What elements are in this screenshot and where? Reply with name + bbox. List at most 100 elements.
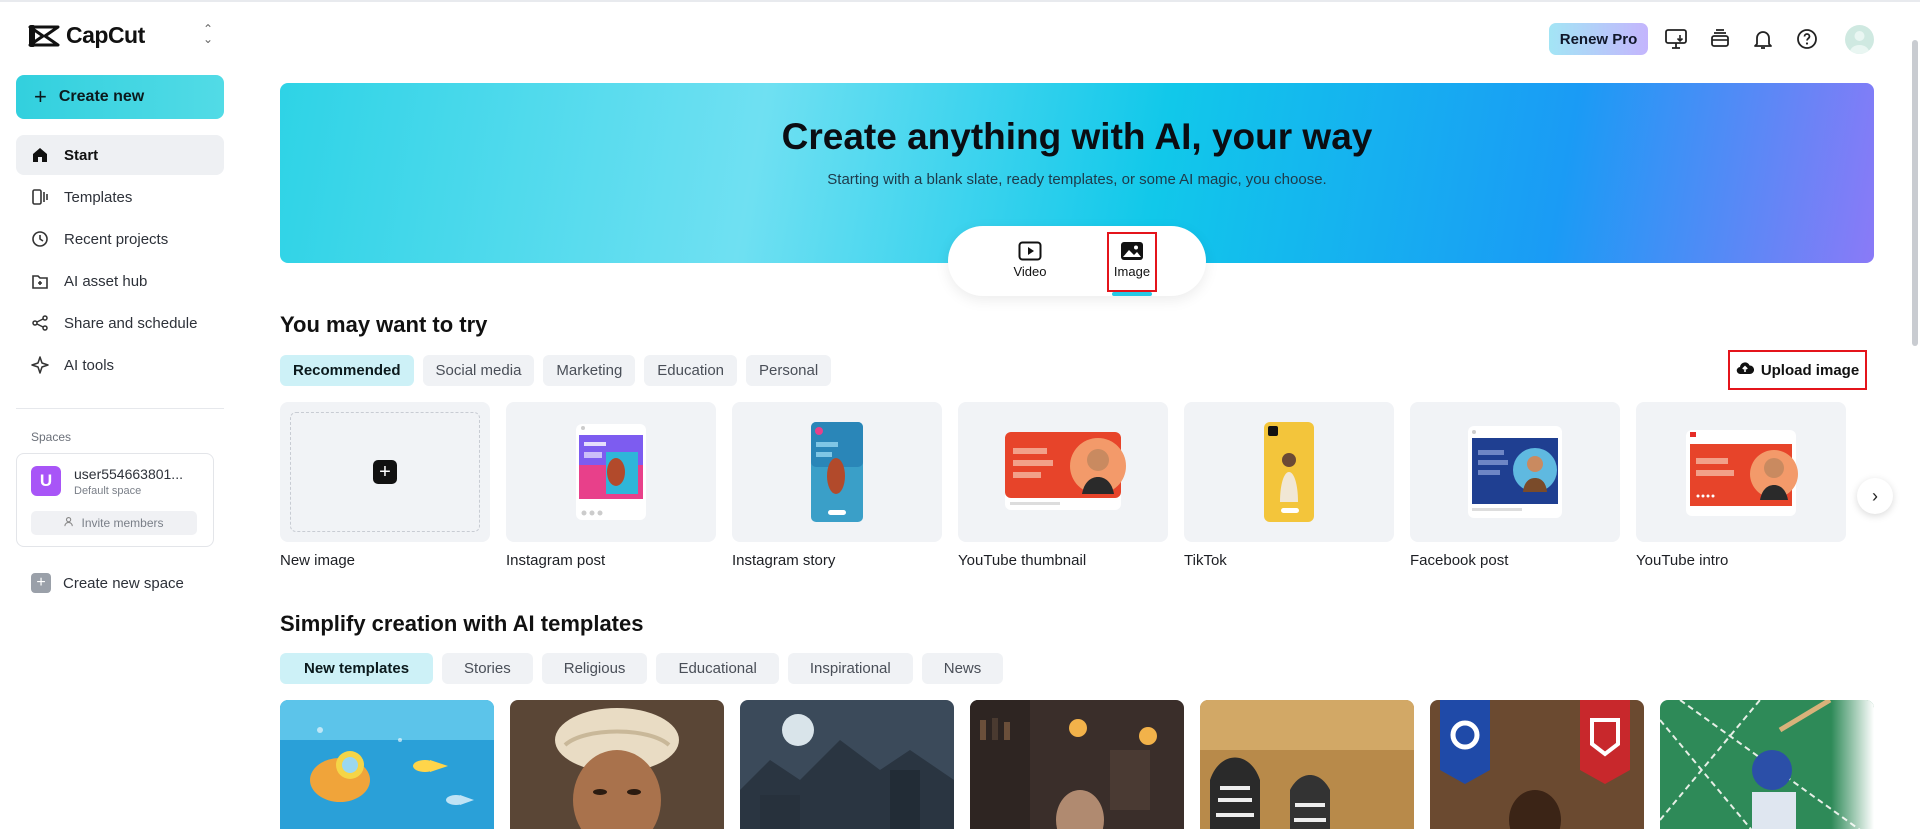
try-category-chips: Recommended Social media Marketing Educa…: [280, 355, 832, 386]
create-new-space-label: Create new space: [63, 574, 184, 592]
card-label: TikTok: [1184, 552, 1227, 569]
template-card[interactable]: [280, 700, 494, 829]
chevron-right-icon[interactable]: ›: [1857, 478, 1893, 514]
capcut-logo[interactable]: CapCut: [28, 22, 145, 49]
sidebar-divider: [16, 408, 224, 409]
top-border: [0, 0, 1920, 2]
card-facebook-post[interactable]: Facebook post: [1410, 402, 1620, 569]
template-card[interactable]: [1430, 700, 1644, 829]
chip-recommended[interactable]: Recommended: [280, 355, 414, 386]
try-section-title: You may want to try: [280, 312, 488, 337]
mode-video-tab[interactable]: Video: [1000, 240, 1060, 279]
page-scrollbar[interactable]: [1912, 40, 1918, 346]
sidebar-item-label: Templates: [64, 188, 133, 206]
template-card[interactable]: [1660, 700, 1874, 829]
sidebar-item-label: Recent projects: [64, 230, 169, 248]
chip-marketing[interactable]: Marketing: [543, 355, 636, 386]
card-tiktok[interactable]: TikTok: [1184, 402, 1394, 569]
create-new-label: Create new: [58, 88, 145, 105]
card-thumbnail: [1184, 402, 1394, 542]
share-icon: [30, 313, 50, 333]
chip-personal[interactable]: Personal: [746, 355, 832, 386]
chip-religious[interactable]: Religious: [541, 653, 648, 684]
instagram-post-preview: [576, 424, 646, 520]
sidebar-item-share-and-schedule[interactable]: Share and schedule: [16, 303, 224, 343]
chip-news[interactable]: News: [921, 653, 1004, 684]
card-instagram-story[interactable]: Instagram story: [732, 402, 942, 569]
video-play-icon: [1000, 240, 1060, 262]
plus-icon: +: [373, 460, 397, 484]
card-new-image[interactable]: + New image: [280, 402, 490, 569]
card-label: Instagram story: [732, 552, 836, 569]
app-name: CapCut: [66, 22, 145, 48]
chip-social-media[interactable]: Social media: [422, 355, 535, 386]
template-card[interactable]: [970, 700, 1184, 829]
mode-label: Video: [1013, 264, 1047, 279]
card-youtube-thumbnail[interactable]: YouTube thumbnail: [958, 402, 1168, 569]
template-turbaned-man-image: [510, 700, 724, 829]
chip-stories[interactable]: Stories: [442, 653, 533, 684]
mode-label: Image: [1113, 264, 1151, 279]
hero-title: Create anything with AI, your way: [781, 116, 1373, 157]
sidebar-item-ai-tools[interactable]: AI tools: [16, 345, 224, 385]
invite-members-label: Invite members: [81, 516, 164, 530]
card-label: YouTube intro: [1636, 552, 1729, 569]
sparkle-icon: [30, 355, 50, 375]
capcut-logo-icon: [28, 24, 60, 47]
space-avatar: U: [31, 466, 61, 496]
sidebar-item-start[interactable]: Start: [16, 135, 224, 175]
template-zebras-image: [1200, 700, 1414, 829]
sidebar-item-templates[interactable]: Templates: [16, 177, 224, 217]
help-icon[interactable]: [1794, 26, 1820, 52]
sidebar-item-label: Share and schedule: [64, 314, 198, 332]
create-new-button[interactable]: + Create new: [16, 75, 224, 119]
instagram-story-preview: [811, 422, 863, 522]
card-thumbnail: [506, 402, 716, 542]
sidebar-nav: Start Templates Recent projects AI asset…: [16, 135, 224, 387]
template-card[interactable]: [510, 700, 724, 829]
avatar[interactable]: [1845, 25, 1874, 54]
space-card[interactable]: U user554663801... Default space Invite …: [16, 453, 214, 547]
card-instagram-post[interactable]: Instagram post: [506, 402, 716, 569]
renew-pro-button[interactable]: Renew Pro: [1549, 23, 1648, 55]
inbox-stack-icon[interactable]: [1707, 26, 1733, 52]
templates-icon: [30, 187, 50, 207]
template-baseball-player-image: [1660, 700, 1874, 829]
sidebar: CapCut ⌃ ⌄ + Create new Start Templates R…: [0, 2, 240, 829]
template-banners-image: [1430, 700, 1644, 829]
facebook-post-preview: [1468, 426, 1562, 518]
templates-section-title: Simplify creation with AI templates: [280, 611, 644, 636]
clock-icon: [30, 229, 50, 249]
template-bar-interior-image: [970, 700, 1184, 829]
plus-icon: +: [31, 573, 51, 593]
bell-icon[interactable]: [1750, 26, 1776, 52]
image-icon: [1109, 240, 1155, 262]
template-card[interactable]: [1200, 700, 1414, 829]
chip-education[interactable]: Education: [644, 355, 737, 386]
card-youtube-intro[interactable]: YouTube intro: [1636, 402, 1846, 569]
chip-new-templates[interactable]: New templates: [280, 653, 434, 684]
card-thumbnail: [958, 402, 1168, 542]
space-subtitle: Default space: [74, 485, 142, 497]
template-category-chips: New templates Stories Religious Educatio…: [280, 653, 1004, 684]
template-cards-row: [280, 700, 1874, 829]
invite-members-button[interactable]: Invite members: [31, 511, 197, 535]
mode-image-tab[interactable]: Image: [1107, 232, 1157, 292]
template-underwater-diver-image: [280, 700, 494, 829]
chip-inspirational[interactable]: Inspirational: [787, 653, 913, 684]
try-cards-row: + New image Instagram post Instagram sto…: [280, 402, 1870, 572]
hero-subtitle: Starting with a blank slate, ready templ…: [827, 171, 1327, 188]
workspace-switch-icon[interactable]: ⌃ ⌄: [198, 23, 218, 48]
chip-educational[interactable]: Educational: [656, 653, 779, 684]
template-card[interactable]: [740, 700, 954, 829]
create-new-space-button[interactable]: + Create new space: [31, 573, 184, 593]
desktop-download-icon[interactable]: [1663, 26, 1689, 52]
sidebar-item-recent-projects[interactable]: Recent projects: [16, 219, 224, 259]
youtube-thumbnail-preview: [1005, 432, 1126, 510]
card-label: Facebook post: [1410, 552, 1509, 569]
home-icon: [30, 145, 50, 165]
sidebar-item-ai-asset-hub[interactable]: AI asset hub: [16, 261, 224, 301]
sidebar-item-label: AI asset hub: [64, 272, 148, 290]
upload-image-button[interactable]: Upload image: [1728, 350, 1867, 390]
plus-icon: +: [34, 84, 47, 109]
